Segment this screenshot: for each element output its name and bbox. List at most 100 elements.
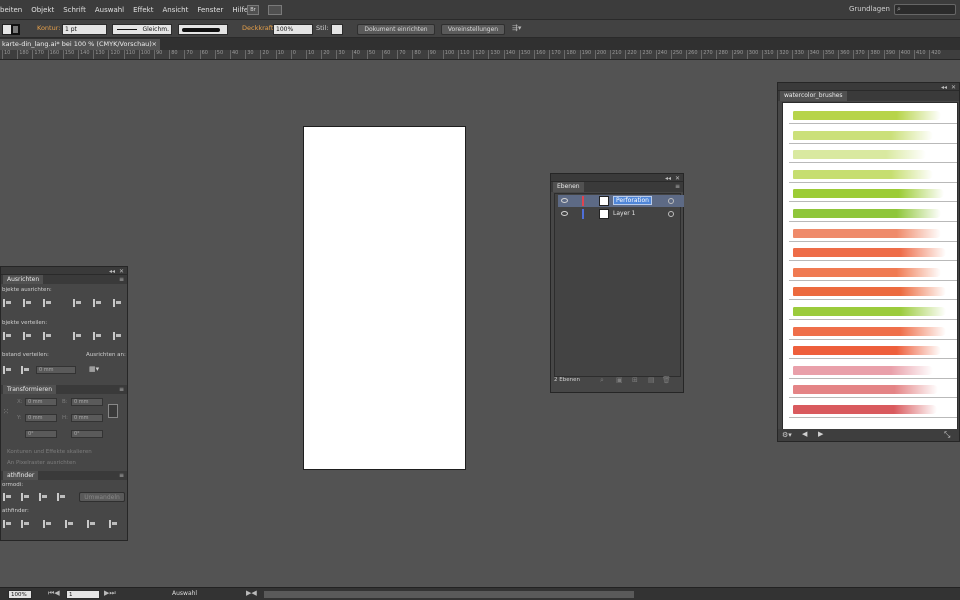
align-left-icon[interactable]	[3, 299, 12, 307]
divide-icon[interactable]	[3, 520, 12, 528]
collapse-icon[interactable]: ◂◂	[665, 175, 671, 182]
status-menu-icon[interactable]: ▶◀	[246, 589, 257, 597]
rotate-field[interactable]: 0°	[25, 430, 57, 438]
last-artboard-icon[interactable]: ▶⏭	[104, 589, 116, 598]
close-icon[interactable]: ✕	[119, 268, 124, 275]
first-artboard-icon[interactable]: ⏮◀	[48, 589, 60, 598]
brush-definition-select[interactable]	[178, 24, 228, 35]
stroke-profile-select[interactable]: Gleichm.	[112, 24, 172, 35]
panel-menu-icon[interactable]: ≡	[675, 183, 680, 190]
minus-front-icon[interactable]	[21, 493, 30, 501]
brush-item[interactable]	[789, 401, 957, 418]
merge-icon[interactable]	[43, 520, 52, 528]
expand-button[interactable]: Umwandeln	[79, 492, 125, 502]
x-field[interactable]: 0 mm	[25, 398, 57, 406]
new-layer-icon[interactable]: ▤	[648, 376, 655, 384]
brush-item[interactable]	[789, 342, 957, 360]
brush-item[interactable]	[789, 107, 957, 124]
tab-watercolor-brushes[interactable]: watercolor_brushes	[780, 91, 847, 101]
align-right-icon[interactable]	[43, 299, 52, 307]
align-hcenter-icon[interactable]	[23, 299, 32, 307]
brush-item[interactable]	[789, 127, 957, 144]
brush-item[interactable]	[789, 264, 957, 281]
delete-layer-icon[interactable]: 🗑	[662, 376, 671, 384]
horizontal-scrollbar[interactable]	[264, 591, 634, 598]
preferences-button[interactable]: Voreinstellungen	[441, 24, 505, 35]
scale-icon[interactable]: ⤡	[944, 430, 950, 440]
collapse-icon[interactable]: ◂◂	[941, 84, 947, 91]
stroke-label[interactable]: Kontur:	[37, 24, 60, 35]
distribute-left-icon[interactable]	[73, 332, 82, 340]
scale-strokes-checkbox[interactable]: Konturen und Effekte skalieren	[7, 449, 92, 455]
crop-icon[interactable]	[65, 520, 74, 528]
arrange-icon[interactable]: ⇶▾	[512, 24, 528, 35]
tab-ausrichten[interactable]: Ausrichten	[3, 275, 44, 284]
make-clipping-mask-icon[interactable]: ▣	[616, 376, 623, 384]
distribute-hcenter-icon[interactable]	[93, 332, 102, 340]
layer-row-layer-1[interactable]: Layer 1	[558, 208, 684, 220]
align-top-icon[interactable]	[73, 299, 82, 307]
brush-item[interactable]	[789, 205, 957, 222]
menu-item-auswahl[interactable]: Auswahl	[95, 6, 124, 14]
close-icon[interactable]: ✕	[675, 175, 680, 182]
artboard[interactable]	[303, 126, 466, 470]
trim-icon[interactable]	[21, 520, 30, 528]
menu-item-effekt[interactable]: Effekt	[133, 6, 153, 14]
brush-item[interactable]	[789, 146, 957, 164]
unite-icon[interactable]	[3, 493, 12, 501]
layer-row-perforation[interactable]: Perforation	[558, 195, 684, 207]
align-to-select[interactable]: ▦▾	[89, 365, 99, 373]
next-library-icon[interactable]: ▶	[818, 430, 823, 438]
menu-item-bearbeiten[interactable]: beiten	[0, 6, 22, 14]
align-vcenter-icon[interactable]	[93, 299, 102, 307]
visibility-eye-icon[interactable]	[561, 211, 568, 216]
minus-back-icon[interactable]	[109, 520, 118, 528]
reference-point-icon[interactable]: ⁙	[3, 408, 9, 416]
menu-item-hilfe[interactable]: Hilfe	[232, 6, 248, 14]
visibility-eye-icon[interactable]	[561, 198, 568, 203]
spacing-field[interactable]: 0 mm	[36, 366, 76, 374]
opacity-label[interactable]: Deckkraft:	[242, 24, 276, 35]
pixel-align-checkbox[interactable]: An Pixelraster ausrichten	[7, 460, 76, 466]
align-bottom-icon[interactable]	[113, 299, 122, 307]
height-field[interactable]: 0 mm	[71, 414, 103, 422]
distribute-vcenter-icon[interactable]	[23, 332, 32, 340]
brush-item[interactable]	[789, 166, 957, 183]
distribute-bottom-icon[interactable]	[43, 332, 52, 340]
search-input[interactable]: ⌕	[894, 4, 956, 15]
document-tab[interactable]: karte-din_lang.ai* bei 100 % (CMYK/Vorsc…	[0, 39, 160, 50]
panel-menu-icon[interactable]: ≡	[119, 472, 124, 479]
menu-item-ansicht[interactable]: Ansicht	[162, 6, 188, 14]
layer-name-input[interactable]: Perforation	[613, 196, 652, 205]
distribute-top-icon[interactable]	[3, 332, 12, 340]
workspace-switcher[interactable]: Grundlagen	[849, 5, 890, 13]
document-setup-button[interactable]: Dokument einrichten	[357, 24, 435, 35]
panel-menu-icon[interactable]: ≡	[119, 276, 124, 283]
menu-item-objekt[interactable]: Objekt	[31, 6, 54, 14]
close-icon[interactable]: ✕	[951, 84, 956, 91]
graphic-style-swatch[interactable]	[331, 24, 343, 35]
stroke-swatch[interactable]	[11, 24, 20, 35]
brush-item[interactable]	[789, 283, 957, 301]
target-circle-icon[interactable]	[668, 198, 674, 204]
target-circle-icon[interactable]	[668, 211, 674, 217]
distribute-hspace-icon[interactable]	[21, 366, 30, 374]
exclude-icon[interactable]	[57, 493, 66, 501]
brush-item[interactable]	[789, 362, 957, 379]
brush-item[interactable]	[789, 303, 957, 320]
brush-library-menu-icon[interactable]: ⚙▾	[782, 431, 792, 439]
bridge-button[interactable]: Br	[247, 5, 259, 15]
brush-item[interactable]	[789, 381, 957, 399]
distribute-right-icon[interactable]	[113, 332, 122, 340]
brush-item[interactable]	[789, 185, 957, 203]
zoom-field[interactable]: 100%	[8, 590, 32, 599]
collapse-icon[interactable]: ◂◂	[109, 268, 115, 275]
link-icon[interactable]	[108, 404, 118, 418]
width-field[interactable]: 0 mm	[71, 398, 103, 406]
outline-icon[interactable]	[87, 520, 96, 528]
previous-library-icon[interactable]: ◀	[802, 430, 807, 438]
panel-menu-icon[interactable]: ≡	[119, 386, 124, 393]
brush-item[interactable]	[789, 225, 957, 242]
tab-transformieren[interactable]: Transformieren	[3, 385, 57, 394]
artboard-field[interactable]: 1	[66, 590, 100, 599]
